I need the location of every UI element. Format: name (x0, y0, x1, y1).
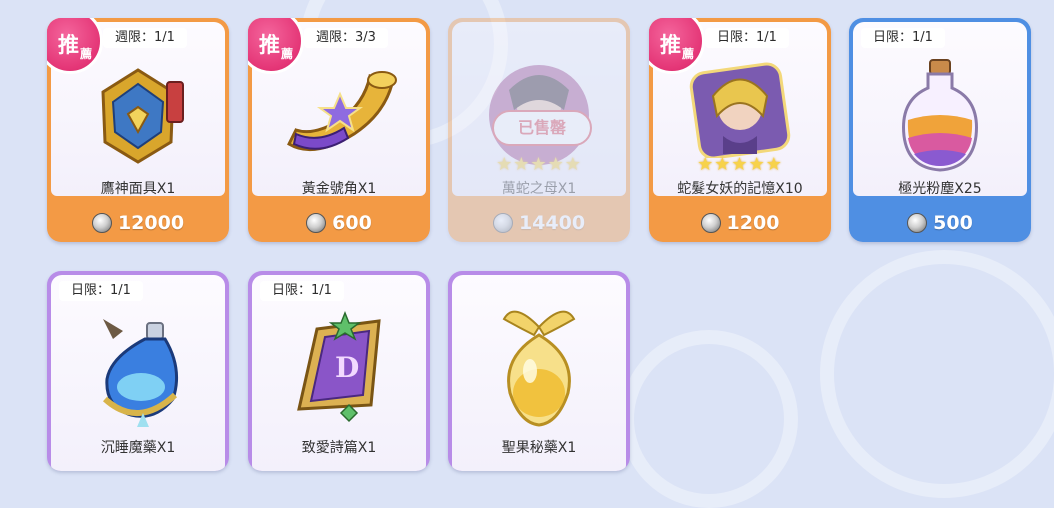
shop-item-card-sold-out: 已售罄 ★★★★★ 萬蛇之母X1 14400 (448, 18, 630, 242)
shop-item-card[interactable]: 週限：3/3 黃金號角X1 600 推薦 (248, 18, 430, 242)
purchase-limit: 日限：1/1 (861, 28, 945, 48)
shop-item-card[interactable]: 週限：1/1 鷹神面具X1 12000 推薦 (47, 18, 229, 242)
item-price: 14400 (518, 212, 586, 234)
purchase-limit: 週限：3/3 (304, 28, 388, 48)
item-name: 沉睡魔藥X1 (100, 440, 176, 456)
purchase-limit: 日限：1/1 (59, 281, 143, 301)
item-price: 600 (332, 212, 372, 234)
item-name: 黃金號角X1 (301, 181, 377, 197)
item-name: 致愛詩篇X1 (301, 440, 377, 456)
background-swirl (820, 250, 1054, 498)
medusa-memory-portrait-icon (689, 62, 791, 158)
purchase-limit: 週限：1/1 (103, 28, 187, 48)
shop-item-card[interactable]: 聖果秘藥X1 (448, 271, 630, 471)
item-name: 蛇髮女妖的記憶X10 (677, 181, 803, 197)
price-row: 600 (248, 212, 430, 234)
shop-item-card[interactable]: 日限：1/1 極光粉塵X25 500 (849, 18, 1031, 242)
svg-text:D: D (335, 351, 359, 384)
silver-coin-icon (700, 213, 721, 233)
eagle-god-mask-icon (101, 68, 184, 164)
purchase-limit: 日限：1/1 (260, 281, 344, 301)
sleeping-potion-icon (102, 319, 179, 427)
item-price: 500 (933, 212, 973, 234)
silver-coin-icon (306, 213, 327, 233)
holy-fruit-elixir-icon (502, 310, 576, 427)
purchase-limit: 日限：1/1 (705, 28, 789, 48)
item-price: 1200 (726, 212, 780, 234)
shop-item-card[interactable]: 日限：1/1 D 致愛詩篇X1 (248, 271, 430, 471)
aurora-dust-bottle-icon (902, 59, 978, 172)
shop-item-card[interactable]: 日限：1/1 ★★★★★ 蛇髮女妖的記憶X10 1200 推薦 (649, 18, 831, 242)
silver-coin-icon (91, 213, 112, 233)
item-name: 鷹神面具X1 (100, 181, 176, 197)
silver-coin-icon (492, 213, 513, 233)
price-row: 500 (849, 212, 1031, 234)
sold-out-stamp: 已售罄 (492, 110, 592, 146)
price-row: 1200 (649, 212, 831, 234)
item-price: 12000 (117, 212, 185, 234)
golden-horn-icon (287, 71, 397, 152)
background-swirl (620, 330, 798, 508)
star-rating: ★★★★★ (697, 154, 783, 175)
silver-coin-icon (907, 213, 928, 233)
item-name: 萬蛇之母X1 (501, 181, 577, 197)
price-row: 12000 (47, 212, 229, 234)
star-rating: ★★★★★ (496, 154, 582, 175)
shop-item-card[interactable]: 日限：1/1 沉睡魔藥X1 (47, 271, 229, 471)
price-row: 14400 (448, 212, 630, 234)
item-name: 聖果秘藥X1 (501, 440, 577, 456)
love-poem-scroll-icon: D (297, 310, 381, 423)
item-name: 極光粉塵X25 (898, 181, 982, 197)
